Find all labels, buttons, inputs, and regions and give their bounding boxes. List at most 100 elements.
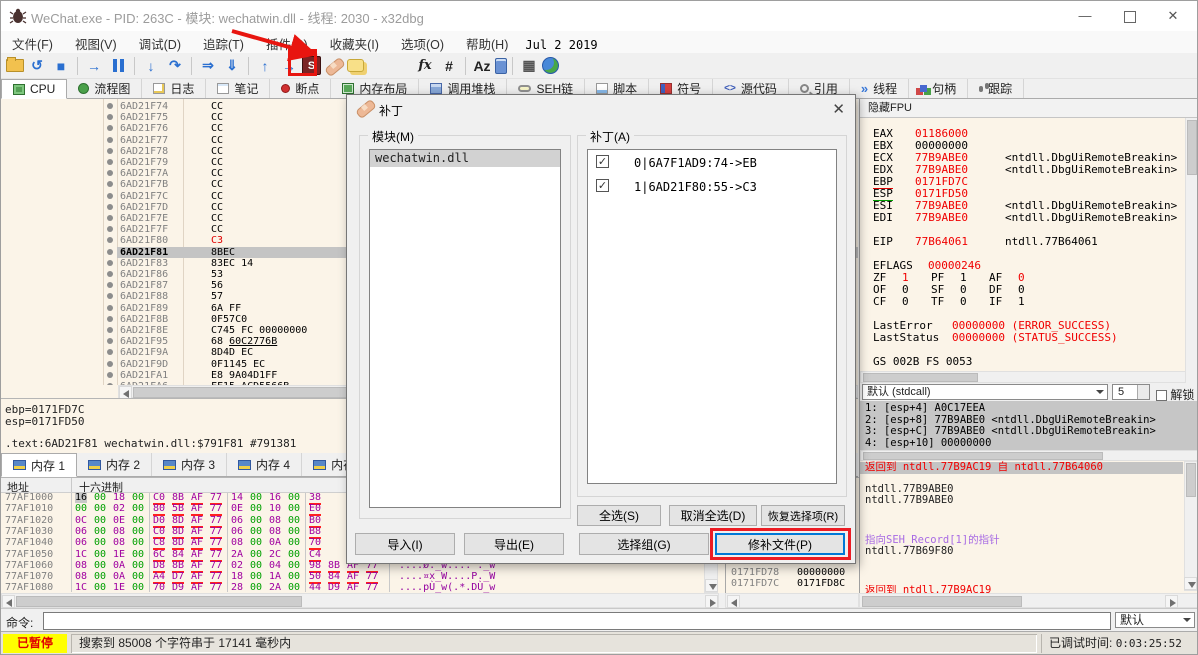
memory-tab-2[interactable]: 内存 2: [77, 453, 153, 476]
assembler-icon[interactable]: [495, 57, 507, 74]
scroll-down-icon[interactable]: [1184, 577, 1197, 590]
register-row[interactable]: LastStatus 00000000 (STATUS_SUCCESS): [860, 332, 1185, 344]
menu-item-7[interactable]: 帮助(H): [455, 31, 519, 53]
labels-icon[interactable]: [366, 55, 388, 77]
command-profile-select[interactable]: 默认: [1115, 612, 1195, 628]
close-button[interactable]: ✕: [1151, 1, 1195, 31]
menu-item-1[interactable]: 视图(V): [64, 31, 128, 53]
select-group-button[interactable]: 选择组(G): [579, 533, 709, 555]
tab-handles[interactable]: 句柄: [909, 79, 969, 98]
comments-icon[interactable]: [347, 59, 364, 72]
bookmarks-icon[interactable]: [390, 55, 412, 77]
menu-item-3[interactable]: 追踪(T): [192, 31, 255, 53]
step-into-icon[interactable]: ↓: [140, 55, 162, 77]
step-over-icon[interactable]: ↷: [164, 55, 186, 77]
hash-icon[interactable]: #: [438, 55, 460, 77]
tab-cpu[interactable]: CPU: [1, 79, 68, 99]
tab-log[interactable]: 日志: [142, 79, 207, 98]
registers-area[interactable]: EAX 01186000 EBX 00000000 ECX 77B9ABE0 <ntdll.…: [860, 118, 1197, 371]
open-file-icon[interactable]: [6, 57, 24, 72]
scroll-thumb[interactable]: [862, 596, 1022, 607]
scroll-thumb[interactable]: [863, 373, 978, 382]
tab-breakpoint[interactable]: 断点: [270, 79, 332, 98]
functions-icon[interactable]: fx: [414, 55, 436, 77]
scroll-right-icon[interactable]: [705, 595, 718, 608]
run-to-user-code-icon[interactable]: ⇒: [197, 55, 219, 77]
deselect-all-button[interactable]: 取消全选(D): [669, 505, 757, 526]
scroll-thumb[interactable]: [863, 452, 1103, 460]
stack-hscrollbar[interactable]: [725, 593, 859, 608]
register-row[interactable]: EIP 77B64061 ntdll.77B64061: [860, 236, 1185, 248]
run-until-return-icon[interactable]: ↑: [254, 55, 276, 77]
registers-vscrollbar[interactable]: [1185, 118, 1197, 371]
tab-notes[interactable]: 笔记: [206, 79, 271, 98]
spinner-buttons[interactable]: [1137, 385, 1149, 399]
menu-item-0[interactable]: 文件(F): [1, 31, 64, 53]
menu-item-6[interactable]: 选项(O): [390, 31, 455, 53]
checkbox-icon[interactable]: ✓: [596, 179, 609, 192]
dump-row[interactable]: 77AF1080 1C 00 1E 00 70 D9 AF 77 28 00 2A 00 44 D9 AF 77…: [1, 582, 725, 593]
stack-row[interactable]: 0171FD7C 0171FD8C: [731, 578, 845, 589]
registers-hscrollbar[interactable]: [860, 371, 1186, 383]
tab-trace[interactable]: 跟踪: [968, 79, 1025, 98]
favourites-globe-icon[interactable]: [542, 57, 559, 74]
info-panel[interactable]: 返回到 ntdll.77B9AC19 自 ntdll.77B64060 ntdl…: [860, 461, 1197, 593]
arguments-pane[interactable]: 1: [esp+4] A0C17EEA 2: [esp+8] 77B9ABE0 <…: [860, 401, 1197, 450]
pause-icon[interactable]: [107, 55, 129, 77]
convention-select[interactable]: 默认 (stdcall): [862, 384, 1108, 400]
strings-icon[interactable]: Az: [471, 55, 493, 77]
scroll-thumb[interactable]: [133, 387, 348, 398]
register-row[interactable]: EDX 77B9ABE0 <ntdll.DbgUiRemoteBreakin>: [860, 164, 1185, 176]
checkbox-icon[interactable]: ✓: [596, 155, 609, 168]
argument-row[interactable]: 1: [esp+4] A0C17EEA: [860, 403, 1197, 414]
memory-tab-1[interactable]: 内存 1: [1, 453, 78, 477]
stack-row[interactable]: 0171FD78 00000000: [731, 567, 845, 578]
patch-list-item[interactable]: ✓ 0|6A7F1AD9:74->EB: [588, 150, 836, 174]
tab-threads[interactable]: » 线程: [850, 79, 910, 98]
info-vscrollbar[interactable]: [1184, 461, 1197, 591]
argument-row[interactable]: 2: [esp+8] 77B9ABE0 <ntdll.DbgUiRemoteBr…: [860, 414, 1197, 426]
minimize-button[interactable]: —: [1063, 1, 1107, 31]
argument-row[interactable]: 3: [esp+C] 77B9ABE0 <ntdll.DbgUiRemoteBr…: [860, 426, 1197, 437]
dump-row[interactable]: 77AF1070 08 00 0A 00 A4 D7 AF 77 18 00 1A 00 50 84 AF 77…: [1, 571, 725, 585]
right-hscrollbar[interactable]: [859, 593, 1197, 608]
select-all-button[interactable]: 全选(S): [577, 505, 661, 526]
scroll-right-icon[interactable]: [1165, 595, 1178, 608]
register-row[interactable]: EDI 77B9ABE0 <ntdll.DbgUiRemoteBreakin>: [860, 212, 1185, 224]
register-row[interactable]: EBP 0171FD7C: [860, 176, 1185, 189]
register-row[interactable]: EAX 01186000: [860, 128, 1185, 140]
import-button[interactable]: 导入(I): [355, 533, 455, 555]
patch-list-item[interactable]: ✓ 1|6AD21F80:55->C3: [588, 174, 836, 198]
arguments-hscrollbar[interactable]: [860, 450, 1197, 461]
scroll-thumb[interactable]: [1187, 120, 1197, 175]
dump-hscrollbar[interactable]: [1, 593, 719, 608]
memory-tab-3[interactable]: 内存 3: [152, 453, 228, 476]
command-input[interactable]: [43, 612, 1111, 630]
tab-graph[interactable]: 流程图: [67, 79, 143, 98]
scroll-down-icon[interactable]: [705, 579, 718, 592]
scroll-thumb[interactable]: [1186, 463, 1196, 497]
patch-list[interactable]: ✓ 0|6A7F1AD9:74->EB ✓ 1|6AD21F80:55->C3: [587, 149, 837, 484]
run-icon[interactable]: →: [83, 55, 105, 77]
scroll-left-icon[interactable]: [727, 595, 740, 608]
register-row[interactable]: CF 0 TF 0 IF 1: [860, 296, 1185, 308]
scroll-left-icon[interactable]: [2, 595, 15, 608]
module-list[interactable]: wechatwin.dll: [369, 149, 561, 508]
export-button[interactable]: 导出(E): [464, 533, 564, 555]
depth-spinner[interactable]: 5: [1112, 384, 1150, 400]
calculator-icon[interactable]: ▦: [518, 55, 540, 77]
argument-row[interactable]: 4: [esp+10] 00000000: [860, 438, 1197, 449]
restore-selection-button[interactable]: 恢复选择项(R): [761, 505, 845, 526]
close-icon[interactable]: ✕: [832, 100, 845, 118]
restart-icon[interactable]: ↺: [26, 55, 48, 77]
menu-item-5[interactable]: 收藏夹(I): [319, 31, 390, 53]
dialog-title-bar[interactable]: 补丁 ✕: [347, 95, 855, 123]
register-row[interactable]: GS 002B FS 0053: [860, 356, 1185, 368]
memory-tab-4[interactable]: 内存 4: [227, 453, 303, 476]
patch-icon[interactable]: [323, 56, 345, 76]
hide-fpu-button[interactable]: 隐藏FPU: [860, 99, 1197, 118]
maximize-button[interactable]: [1108, 1, 1152, 31]
scroll-thumb[interactable]: [16, 596, 302, 607]
menu-item-2[interactable]: 调试(D): [128, 31, 192, 53]
stop-icon[interactable]: ■: [50, 55, 72, 77]
